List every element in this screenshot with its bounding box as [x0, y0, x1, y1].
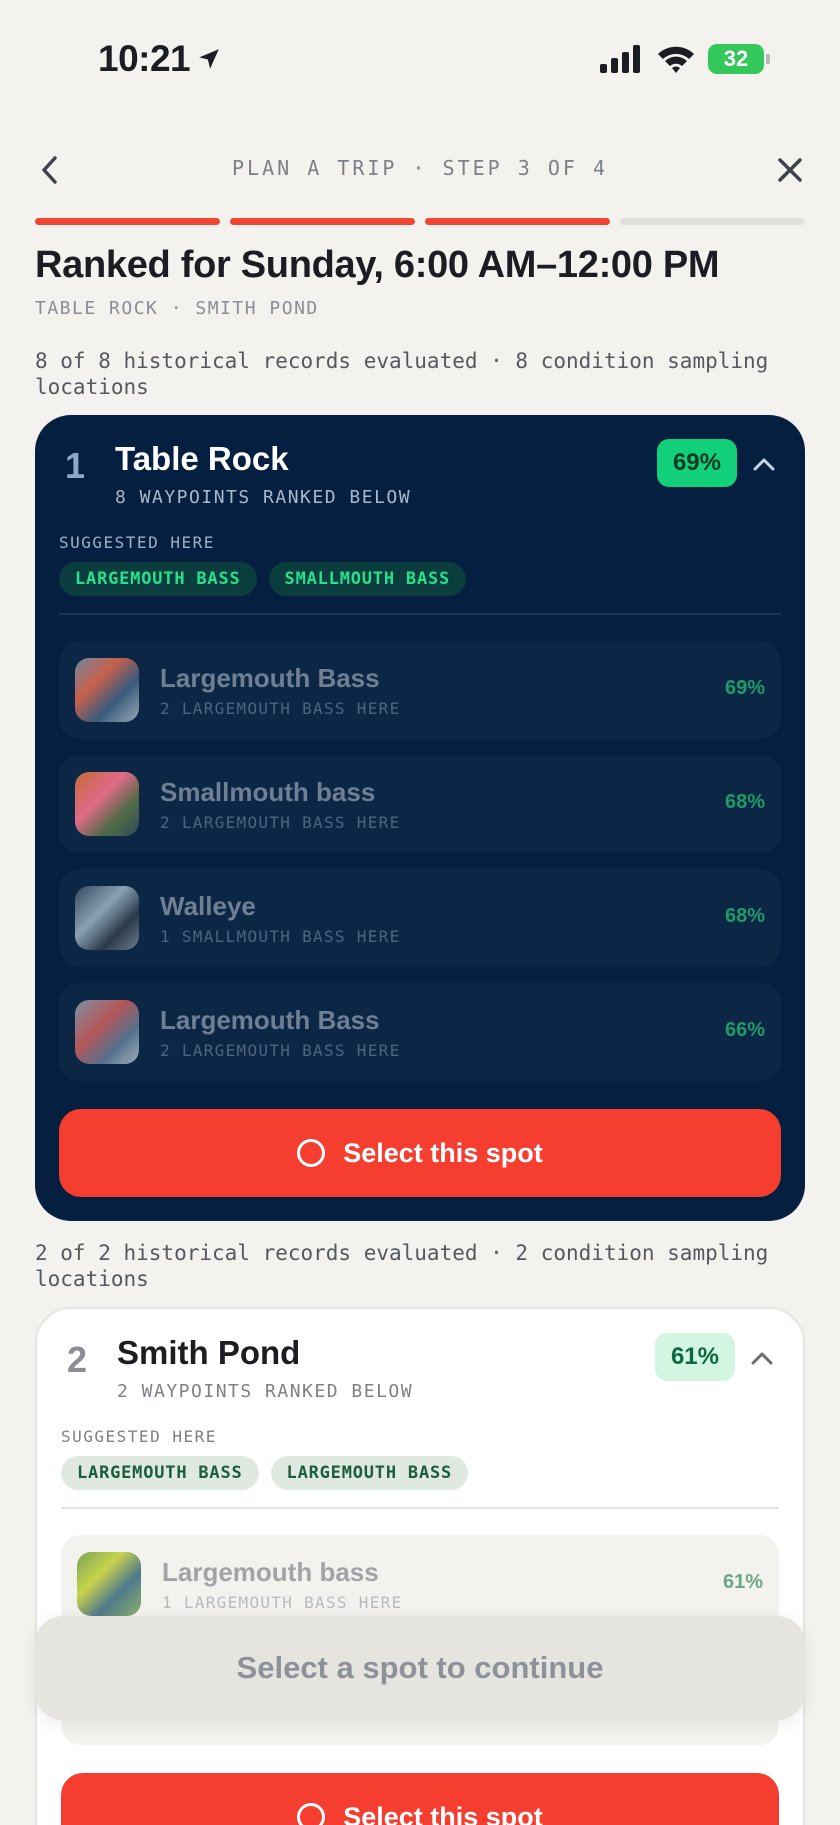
collapse-button[interactable]	[749, 449, 779, 479]
progress-step-2	[230, 218, 415, 225]
waypoint-row[interactable]: Walleye 1 SMALLMOUTH BASS HERE 68%	[59, 869, 781, 967]
battery-icon: 32	[708, 44, 770, 74]
spot-rank: 2	[67, 1339, 88, 1380]
chevron-up-icon	[753, 458, 775, 471]
spot-name: Smith Pond	[117, 1334, 301, 1371]
select-spot-button[interactable]: Select this spot	[59, 1109, 781, 1197]
wifi-icon	[658, 46, 694, 73]
score-badge: 61%	[654, 1333, 735, 1381]
cellular-signal-icon	[600, 45, 640, 73]
waypoint-detail: 2 LARGEMOUTH BASS HERE	[160, 813, 401, 832]
waypoint-species: Largemouth bass	[162, 1557, 379, 1587]
waypoint-species: Smallmouth bass	[160, 777, 376, 807]
close-button[interactable]	[770, 150, 810, 190]
waypoint-detail: 2 LARGEMOUTH BASS HERE	[160, 1041, 401, 1060]
close-icon	[778, 158, 802, 182]
radio-circle-icon	[297, 1803, 326, 1825]
waypoint-species: Largemouth Bass	[160, 1005, 380, 1035]
progress-step-3	[425, 218, 610, 225]
divider	[61, 1507, 779, 1509]
waypoints-count: 8 WAYPOINTS RANKED BELOW	[115, 487, 412, 508]
catch-photo	[75, 886, 139, 950]
progress-step-4	[620, 218, 805, 225]
page-title: Ranked for Sunday, 6:00 AM–12:00 PM	[35, 244, 720, 286]
spot-card: 2 Smith Pond 2 WAYPOINTS RANKED BELOW 61…	[35, 1307, 805, 1825]
species-chip: LARGEMOUTH BASS	[59, 562, 257, 596]
location-arrow-icon	[199, 49, 219, 69]
status-bar: 10:21 32	[0, 0, 840, 120]
step-progress	[35, 218, 805, 225]
species-chips: LARGEMOUTH BASS SMALLMOUTH BASS	[59, 562, 467, 596]
select-spot-button[interactable]: Select this spot	[61, 1773, 779, 1825]
battery-level: 32	[723, 46, 749, 71]
radio-circle-icon	[297, 1139, 326, 1167]
catch-photo	[75, 772, 139, 836]
species-chips: LARGEMOUTH BASS LARGEMOUTH BASS	[61, 1456, 469, 1490]
chevron-up-icon	[751, 1352, 773, 1365]
waypoint-detail: 2 LARGEMOUTH BASS HERE	[160, 699, 401, 718]
spot-card: 1 Table Rock 8 WAYPOINTS RANKED BELOW 69…	[35, 415, 805, 1221]
suggested-label: SUGGESTED HERE	[59, 533, 215, 552]
page-subtitle: TABLE ROCK · SMITH POND	[35, 298, 319, 319]
status-indicators: 32	[600, 44, 770, 74]
step-title: PLAN A TRIP · STEP 3 OF 4	[231, 156, 609, 180]
waypoint-score: 61%	[722, 1571, 763, 1593]
status-time-text: 10:21	[98, 38, 191, 79]
waypoint-row[interactable]: Largemouth Bass 2 LARGEMOUTH BASS HERE 6…	[59, 641, 781, 739]
species-chip: LARGEMOUTH BASS	[61, 1456, 259, 1490]
status-time: 10:21	[98, 38, 222, 80]
species-chip: LARGEMOUTH BASS	[270, 1456, 469, 1490]
waypoint-row[interactable]: Smallmouth bass 2 LARGEMOUTH BASS HERE 6…	[59, 755, 781, 853]
catch-photo	[77, 1552, 141, 1616]
waypoint-detail: 1 SMALLMOUTH BASS HERE	[160, 927, 401, 946]
waypoints-count: 2 WAYPOINTS RANKED BELOW	[117, 1381, 414, 1402]
collapse-button[interactable]	[747, 1343, 777, 1373]
score-badge: 69%	[656, 439, 737, 487]
records-summary: 8 of 8 historical records evaluated · 8 …	[35, 349, 769, 399]
waypoint-detail: 1 LARGEMOUTH BASS HERE	[162, 1593, 403, 1612]
continue-button[interactable]: Select a spot to continue	[35, 1616, 805, 1720]
waypoint-species: Largemouth Bass	[160, 663, 380, 693]
species-chip: SMALLMOUTH BASS	[268, 562, 467, 596]
spot-rank: 1	[65, 445, 86, 486]
waypoint-list: Largemouth Bass 2 LARGEMOUTH BASS HERE 6…	[59, 641, 781, 1097]
catch-photo	[75, 1000, 139, 1064]
waypoint-species: Walleye	[160, 891, 256, 921]
progress-step-1	[35, 218, 220, 225]
select-spot-label: Select this spot	[343, 1801, 543, 1825]
suggested-label: SUGGESTED HERE	[61, 1427, 217, 1446]
spot-name: Table Rock	[115, 440, 289, 477]
waypoint-score: 66%	[724, 1019, 765, 1041]
waypoint-row[interactable]: Largemouth Bass 2 LARGEMOUTH BASS HERE 6…	[59, 983, 781, 1081]
waypoint-score: 68%	[724, 791, 765, 813]
records-summary: 2 of 2 historical records evaluated · 2 …	[35, 1241, 769, 1291]
catch-photo	[75, 658, 139, 722]
divider	[59, 613, 781, 615]
top-nav: PLAN A TRIP · STEP 3 OF 4	[0, 140, 840, 196]
waypoint-score: 69%	[724, 677, 765, 699]
select-spot-label: Select this spot	[343, 1137, 543, 1168]
waypoint-score: 68%	[724, 905, 765, 927]
